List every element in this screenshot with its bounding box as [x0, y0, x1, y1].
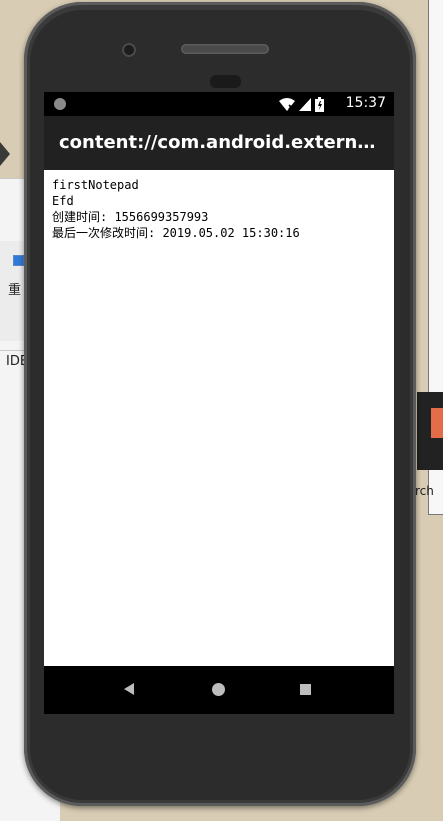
wifi-icon — [279, 97, 295, 111]
earpiece-speaker — [181, 44, 269, 54]
back-icon[interactable] — [124, 683, 134, 695]
note-modified-time: 最后一次修改时间: 2019.05.02 15:30:16 — [52, 226, 300, 240]
signal-icon — [299, 97, 311, 111]
notification-dot-icon — [54, 98, 66, 110]
recents-icon[interactable] — [300, 684, 311, 695]
note-title: firstNotepad — [52, 178, 139, 192]
battery-icon — [315, 96, 324, 112]
background-label: 重 — [8, 283, 22, 298]
app-bar: content://com.android.externalsto... — [44, 116, 394, 170]
status-icons — [279, 96, 324, 112]
note-content: firstNotepad Efd 创建时间: 1556699357993 最后一… — [52, 177, 386, 241]
note-body: Efd — [52, 194, 74, 208]
front-camera-icon — [122, 43, 136, 57]
home-icon[interactable] — [212, 683, 225, 696]
note-created-time: 创建时间: 1556699357993 — [52, 210, 209, 224]
status-bar: 15:37 — [44, 92, 394, 116]
background-arrow-icon — [0, 142, 10, 166]
background-checkbox — [13, 255, 24, 266]
proximity-sensor — [210, 75, 241, 88]
status-time: 15:37 — [345, 95, 386, 111]
background-thumbnail — [417, 392, 443, 470]
background-label: rch — [415, 484, 434, 498]
navigation-bar — [44, 666, 394, 714]
app-bar-title: content://com.android.externalsto... — [59, 132, 379, 153]
background-window-right: rch — [415, 0, 443, 515]
device-screen: 15:37 content://com.android.externalsto.… — [44, 92, 394, 714]
